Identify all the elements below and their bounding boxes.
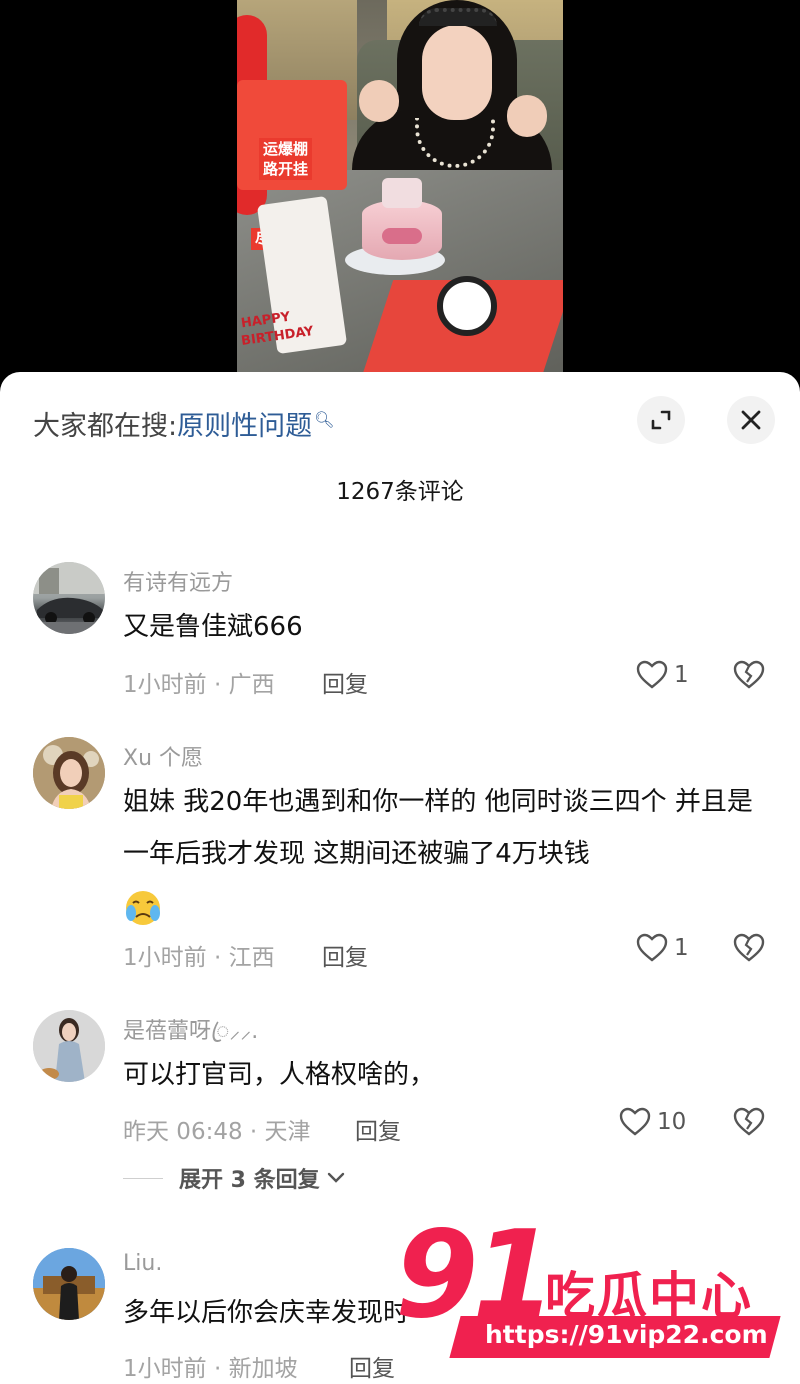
video-player[interactable]: 运爆棚 路开挂 海海 尽开怀 HAPPY BIRTHDAY xyxy=(0,0,800,400)
dislike-button[interactable] xyxy=(733,933,765,967)
comment-text-body: 姐妹 我20年也遇到和你一样的 他同时谈三四个 并且是一年后我才发现 这期间还被… xyxy=(123,787,753,869)
like-count: 1 xyxy=(674,935,689,961)
like-count: 10 xyxy=(657,1109,687,1135)
comment-count: 1267条评论 xyxy=(336,479,464,505)
heart-icon xyxy=(636,660,668,689)
girl-avatar-image xyxy=(33,1010,105,1082)
cake-topper xyxy=(382,178,422,208)
comment-item: Xu 个愿 姐妹 我20年也遇到和你一样的 他同时谈三四个 并且是一年后我才发现… xyxy=(0,735,800,975)
dislike-button[interactable] xyxy=(733,1107,765,1141)
comment-username[interactable]: Xu 个愿 xyxy=(123,740,203,772)
comment-text: 又是鲁佳斌666 xyxy=(123,612,303,642)
heart-icon xyxy=(636,933,668,962)
comment-meta: 昨天 06:48 · 天津 xyxy=(123,1119,311,1145)
comment-item: 有诗有远方 又是鲁佳斌666 1小时前 · 广西 回复 1 xyxy=(0,560,800,700)
reply-button[interactable]: 回复 xyxy=(355,1112,401,1146)
crying-face-emoji-icon xyxy=(126,890,160,925)
comment-meta: 1小时前 · 江西 xyxy=(123,945,275,971)
avatar[interactable] xyxy=(33,1010,105,1082)
dislike-button[interactable] xyxy=(733,660,765,694)
reply-button[interactable]: 回复 xyxy=(349,1349,395,1383)
panda-mascot xyxy=(437,276,497,336)
search-icon: 🔍︎ xyxy=(314,410,335,429)
car-avatar-image xyxy=(33,562,105,634)
cake-bow xyxy=(382,228,422,244)
expand-button[interactable] xyxy=(637,396,685,444)
comment-text: 可以打官司，人格权啥的， xyxy=(123,1060,436,1090)
expand-icon xyxy=(651,410,671,430)
watermark-url: https://91vip22.com xyxy=(485,1320,768,1349)
girl-avatar-image xyxy=(33,737,105,809)
heart-icon xyxy=(619,1107,651,1136)
search-suggestion[interactable]: 大家都在搜:原则性问题 🔍︎ xyxy=(33,404,334,443)
comment-meta: 1小时前 · 广西 xyxy=(123,672,275,698)
like-button[interactable]: 1 xyxy=(636,933,689,963)
like-button[interactable]: 1 xyxy=(636,660,689,690)
sign-text: 运爆棚 xyxy=(259,138,313,160)
comment-text: 姐妹 我20年也遇到和你一样的 他同时谈三四个 并且是一年后我才发现 这期间还被… xyxy=(123,776,773,932)
avatar[interactable] xyxy=(33,1248,105,1320)
chevron-down-icon xyxy=(327,1172,344,1183)
comment-meta: 1小时前 · 新加坡 xyxy=(123,1356,298,1382)
video-frame: 运爆棚 路开挂 海海 尽开怀 HAPPY BIRTHDAY xyxy=(237,0,563,372)
boy-avatar-image xyxy=(33,1248,105,1320)
broken-heart-icon xyxy=(733,1107,765,1136)
expand-replies-label: 展开 3 条回复 xyxy=(179,1168,320,1193)
search-suggestion-term[interactable]: 原则性问题 xyxy=(177,411,312,442)
divider xyxy=(123,1177,163,1179)
girl-hand xyxy=(507,95,547,137)
avatar[interactable] xyxy=(33,737,105,809)
expand-replies-button[interactable]: 展开 3 条回复 xyxy=(123,1162,346,1194)
reply-button[interactable]: 回复 xyxy=(322,665,368,699)
close-icon xyxy=(741,410,761,430)
like-button[interactable]: 10 xyxy=(619,1107,686,1137)
sheet-header: 大家都在搜:原则性问题 🔍︎ xyxy=(0,372,800,472)
like-count: 1 xyxy=(674,662,689,688)
comment-username[interactable]: Liu. xyxy=(123,1251,162,1276)
close-button[interactable] xyxy=(727,396,775,444)
reply-button[interactable]: 回复 xyxy=(322,938,368,972)
girl-face xyxy=(422,25,492,120)
avatar[interactable] xyxy=(33,562,105,634)
search-suggestion-prefix: 大家都在搜: xyxy=(33,411,178,442)
comment-item: 是蓓蕾呀ꦿ⸝⸝. 可以打官司，人格权啥的， 昨天 06:48 · 天津 回复 1… xyxy=(0,1008,800,1198)
girl-headband xyxy=(419,8,497,26)
broken-heart-icon xyxy=(733,660,765,689)
broken-heart-icon xyxy=(733,933,765,962)
watermark-logo: 91 吃瓜中心 https://91vip22.com xyxy=(395,1216,795,1384)
sign-text: 路开挂 xyxy=(259,158,313,180)
girl-hand xyxy=(359,80,399,122)
comment-username[interactable]: 有诗有远方 xyxy=(123,565,233,597)
